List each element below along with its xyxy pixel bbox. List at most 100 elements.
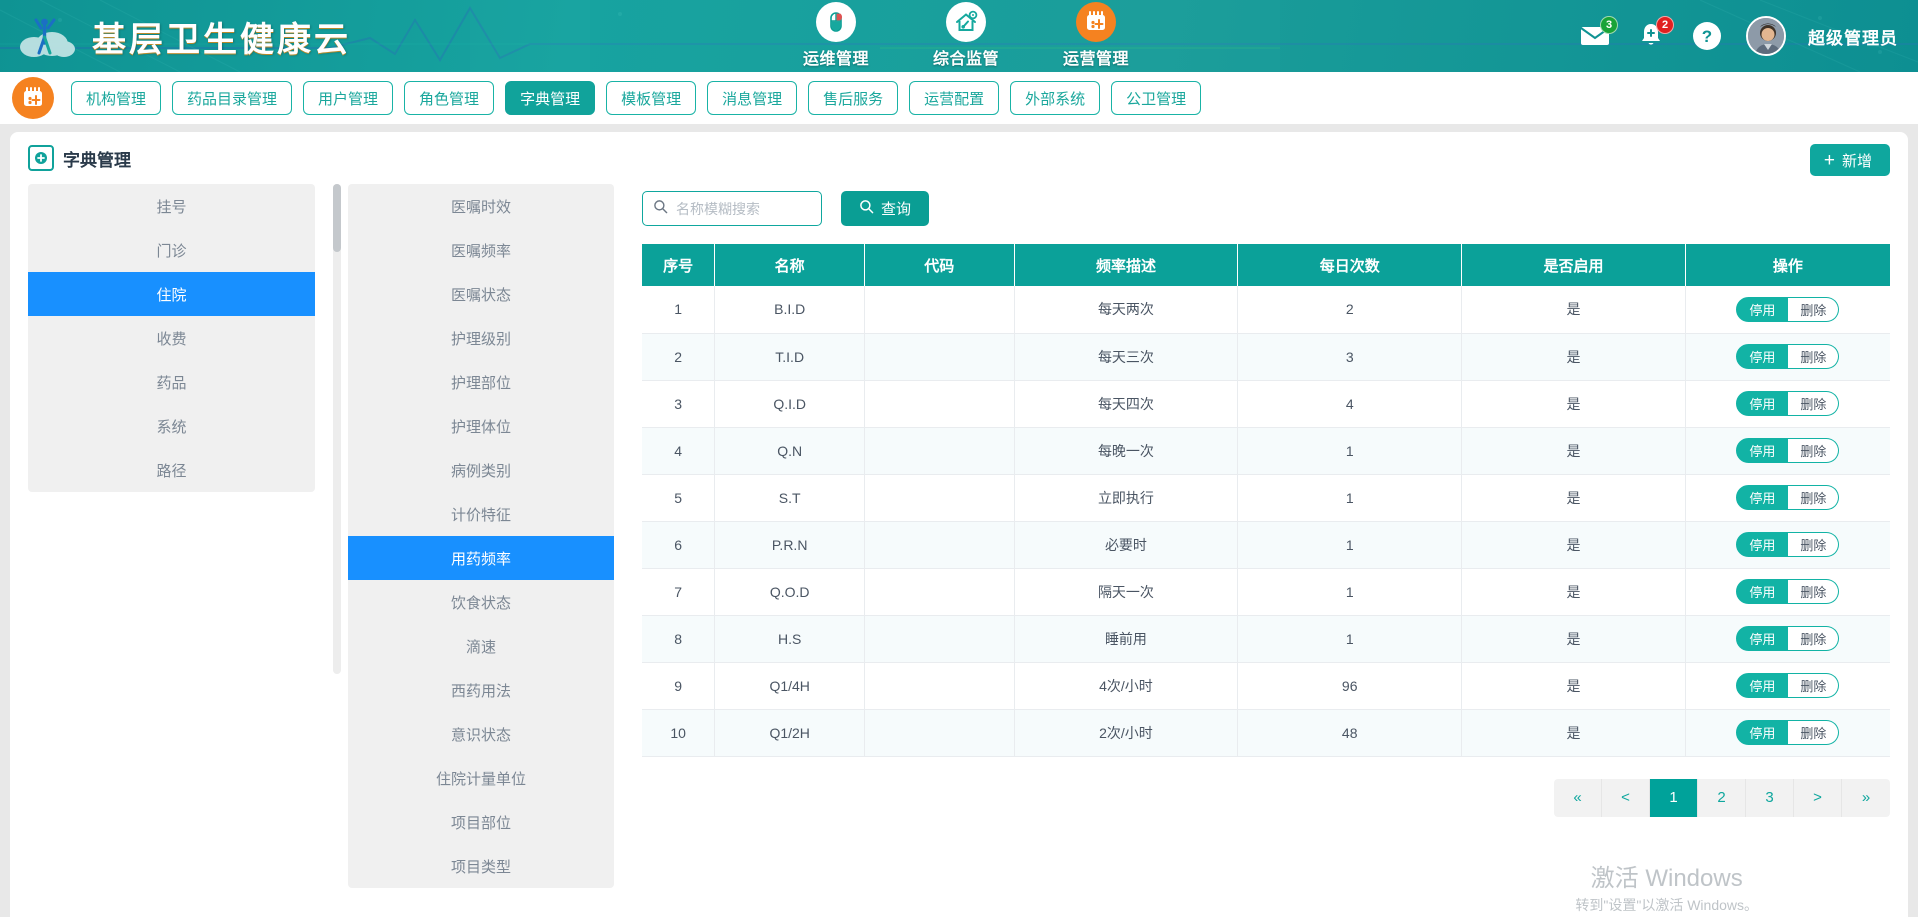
cell-actions: 停用 删除	[1685, 286, 1890, 334]
sidebar2-item-western-usage[interactable]: 西药用法	[348, 668, 614, 712]
delete-button[interactable]: 删除	[1788, 626, 1840, 651]
svg-text:?: ?	[1702, 27, 1712, 46]
sidebar2-item-inpatient-unit[interactable]: 住院计量单位	[348, 756, 614, 800]
cell-actions: 停用 删除	[1685, 709, 1890, 757]
query-button[interactable]: 查询	[841, 191, 930, 226]
tab-template[interactable]: 模板管理	[606, 81, 697, 115]
table-row: 8 H.S 睡前用 1 是 停用 删除	[642, 615, 1890, 663]
nav-item-operation-mgmt[interactable]: 运营管理	[1050, 2, 1142, 69]
sidebar2-item-case-category[interactable]: 病例类别	[348, 448, 614, 492]
house-gear-icon	[946, 2, 986, 42]
sidebar-scrollbar[interactable]	[333, 184, 341, 674]
tab-role[interactable]: 角色管理	[404, 81, 495, 115]
help-question-icon[interactable]: ?	[1690, 19, 1724, 53]
search-toolbar: 查询	[642, 184, 1890, 244]
sidebar2-item-order-status[interactable]: 医嘱状态	[348, 272, 614, 316]
delete-button[interactable]: 删除	[1788, 485, 1840, 510]
dictionary-table: 序号 名称 代码 频率描述 每日次数 是否启用 操作 1 B.I.D 每天两次	[642, 244, 1890, 757]
disable-button[interactable]: 停用	[1736, 438, 1789, 463]
sidebar2-item-project-site[interactable]: 项目部位	[348, 800, 614, 844]
sidebar-scrollbar-thumb[interactable]	[333, 184, 341, 252]
search-box[interactable]	[642, 191, 857, 226]
cell-index: 3	[642, 380, 716, 428]
cell-actions: 停用 删除	[1685, 662, 1890, 710]
sidebar-item-charges[interactable]: 收费	[28, 316, 315, 360]
cell-code	[864, 380, 1015, 428]
disable-button[interactable]: 停用	[1736, 579, 1789, 604]
tab-user[interactable]: 用户管理	[303, 81, 394, 115]
sidebar2-item-order-timing[interactable]: 医嘱时效	[348, 184, 614, 228]
user-avatar[interactable]	[1746, 16, 1786, 56]
sidebar2-item-nursing-level[interactable]: 护理级别	[348, 316, 614, 360]
cloud-person-logo	[18, 11, 78, 61]
cell-desc: 必要时	[1014, 521, 1239, 569]
tab-drug-catalog[interactable]: 药品目录管理	[172, 81, 293, 115]
tab-dictionary[interactable]: 字典管理	[505, 81, 596, 115]
page-2-button[interactable]: 2	[1698, 778, 1746, 817]
table-row: 4 Q.N 每晚一次 1 是 停用 删除	[642, 427, 1890, 475]
tab-ops-config[interactable]: 运营配置	[909, 81, 1000, 115]
disable-button[interactable]: 停用	[1736, 485, 1789, 510]
sidebar2-item-medication-frequency[interactable]: 用药频率	[348, 536, 614, 580]
col-name: 名称	[714, 244, 865, 286]
page-1-button[interactable]: 1	[1650, 778, 1698, 817]
sidebar2-item-drip-rate[interactable]: 滴速	[348, 624, 614, 668]
search-icon	[859, 199, 874, 218]
page-next-button[interactable]: >	[1794, 778, 1842, 817]
disable-button[interactable]: 停用	[1736, 532, 1789, 557]
sidebar2-item-project-type[interactable]: 项目类型	[348, 844, 614, 888]
delete-button[interactable]: 删除	[1788, 391, 1840, 416]
add-button[interactable]: + 新增	[1809, 144, 1890, 176]
search-input[interactable]	[676, 200, 857, 217]
disable-button[interactable]: 停用	[1736, 673, 1789, 698]
sidebar-item-drugs[interactable]: 药品	[28, 360, 315, 404]
tab-external-system[interactable]: 外部系统	[1010, 81, 1101, 115]
page-first-button[interactable]: «	[1554, 778, 1602, 817]
cell-times: 3	[1237, 333, 1463, 381]
nav-item-supervision[interactable]: 综合监管	[920, 2, 1012, 69]
sidebar-item-registration[interactable]: 挂号	[28, 184, 315, 228]
disable-button[interactable]: 停用	[1736, 626, 1789, 651]
sidebar2-item-order-frequency[interactable]: 医嘱频率	[348, 228, 614, 272]
sidebar2-item-consciousness[interactable]: 意识状态	[348, 712, 614, 756]
tab-public-health[interactable]: 公卫管理	[1111, 81, 1202, 115]
nav-item-operations[interactable]: 运维管理	[790, 2, 882, 69]
delete-button[interactable]: 删除	[1788, 720, 1840, 745]
disable-button[interactable]: 停用	[1736, 344, 1789, 369]
page-3-button[interactable]: 3	[1746, 778, 1794, 817]
sidebar2-item-nursing-posture[interactable]: 护理体位	[348, 404, 614, 448]
disable-button[interactable]: 停用	[1736, 296, 1789, 322]
bell-plus-icon[interactable]: 2	[1634, 16, 1674, 53]
cell-name: P.R.N	[714, 521, 865, 569]
sidebar-item-system[interactable]: 系统	[28, 404, 315, 448]
delete-button[interactable]: 删除	[1788, 296, 1840, 322]
tab-after-sales[interactable]: 售后服务	[808, 81, 899, 115]
disable-button[interactable]: 停用	[1736, 720, 1789, 745]
sidebar-item-pathway[interactable]: 路径	[28, 448, 315, 492]
sidebar2-item-pricing-feature[interactable]: 计价特征	[348, 492, 614, 536]
page-last-button[interactable]: »	[1842, 779, 1890, 817]
tab-message[interactable]: 消息管理	[707, 81, 798, 115]
table-body: 1 B.I.D 每天两次 2 是 停用 删除 2 T.I.D 每天三次 3 是 …	[642, 286, 1890, 757]
page-body: 挂号 门诊 住院 收费 药品 系统 路径 医嘱时效 医嘱频率 医嘱状态 护理级别…	[10, 184, 1908, 888]
nav-item-label: 运营管理	[1062, 51, 1129, 68]
table-row: 6 P.R.N 必要时 1 是 停用 删除	[642, 521, 1890, 569]
tab-organization[interactable]: 机构管理	[71, 81, 162, 115]
cell-code	[864, 474, 1015, 522]
delete-button[interactable]: 删除	[1788, 673, 1840, 698]
delete-button[interactable]: 删除	[1788, 532, 1840, 557]
sidebar-item-inpatient[interactable]: 住院	[28, 272, 315, 316]
delete-button[interactable]: 删除	[1788, 579, 1840, 604]
delete-button[interactable]: 删除	[1788, 438, 1840, 463]
sidebar2-item-diet-status[interactable]: 饮食状态	[348, 580, 614, 624]
table-row: 10 Q1/2H 2次/小时 48 是 停用 删除	[642, 709, 1890, 757]
disable-button[interactable]: 停用	[1736, 391, 1789, 416]
mail-icon[interactable]: 3	[1578, 16, 1618, 53]
cell-enabled: 是	[1461, 380, 1686, 428]
top-header: 基层卫生健康云 运维管理 综合监管 运营管理 3 2 ? 超级管理员	[0, 0, 1918, 72]
sidebar-item-outpatient[interactable]: 门诊	[28, 228, 315, 272]
page-prev-button[interactable]: <	[1602, 778, 1650, 817]
cell-code	[864, 333, 1015, 381]
sidebar2-item-nursing-site[interactable]: 护理部位	[348, 360, 614, 404]
delete-button[interactable]: 删除	[1788, 344, 1840, 369]
